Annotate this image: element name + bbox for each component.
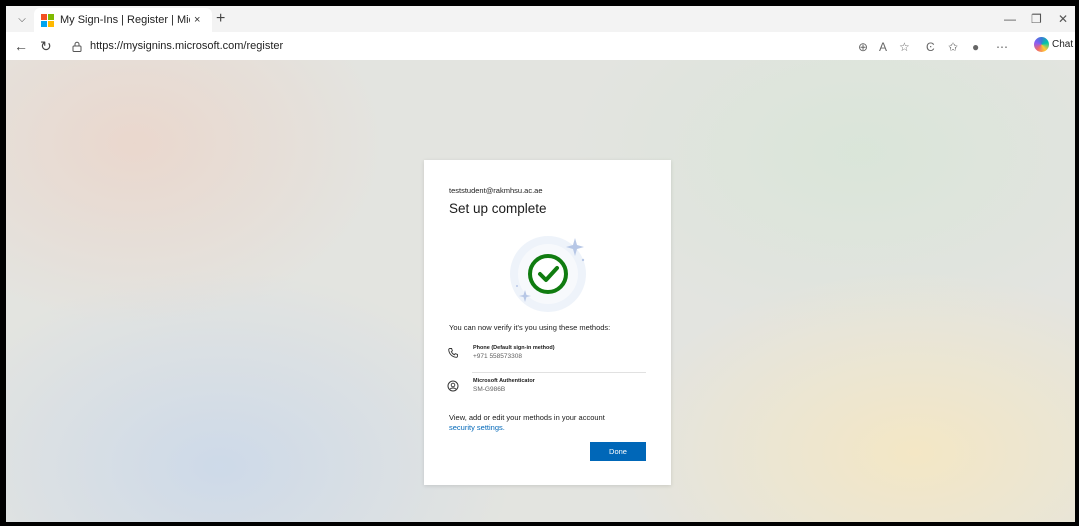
copilot-icon xyxy=(1034,37,1049,52)
minimize-icon[interactable]: — xyxy=(1004,12,1016,26)
divider xyxy=(472,372,646,373)
lock-icon[interactable] xyxy=(70,39,84,53)
methods-intro: You can now verify it's you using these … xyxy=(449,323,611,332)
favorites-icon[interactable]: ✩ xyxy=(948,40,958,54)
footer-message: View, add or edit your methods in your a… xyxy=(449,413,605,422)
phone-icon xyxy=(448,348,458,358)
method-authenticator: Microsoft Authenticator SM-G986B xyxy=(447,376,647,402)
account-email: teststudent@rakmhsu.ac.ae xyxy=(449,186,543,195)
page-background: teststudent@rakmhsu.ac.ae Set up complet… xyxy=(6,60,1075,522)
new-tab-button[interactable]: + xyxy=(216,10,225,28)
tab-active[interactable]: My Sign-Ins | Register | Microsoft × xyxy=(34,8,212,32)
authenticator-icon xyxy=(447,380,459,392)
success-check-icon xyxy=(510,236,586,312)
done-button[interactable]: Done xyxy=(590,442,646,461)
more-icon[interactable]: ⋯ xyxy=(996,40,1008,54)
microsoft-logo-icon xyxy=(41,13,54,27)
method-phone: Phone (Default sign-in method) +971 5585… xyxy=(447,343,647,369)
address-bar: ← ↻ https://mysignins.microsoft.com/regi… xyxy=(6,32,1075,60)
profile-icon[interactable]: ● xyxy=(972,40,979,54)
favorite-icon[interactable]: ☆ xyxy=(899,40,910,54)
zoom-icon[interactable]: ⊕ xyxy=(858,40,868,54)
chat-label: Chat xyxy=(1052,39,1074,50)
method-detail: SM-G986B xyxy=(473,386,506,393)
back-icon[interactable]: ← xyxy=(14,38,28,54)
tab-bar: ⌵ My Sign-Ins | Register | Microsoft × +… xyxy=(6,6,1075,32)
method-name: Microsoft Authenticator xyxy=(473,378,535,384)
tab-close-icon[interactable]: × xyxy=(194,14,200,26)
url-text: https://mysignins.microsoft.com/register xyxy=(90,40,284,52)
tab-title: My Sign-Ins | Register | Microsoft xyxy=(60,14,190,26)
method-detail: +971 558573308 xyxy=(473,353,522,360)
tab-actions-icon[interactable]: ⌵ xyxy=(13,11,31,28)
restore-icon[interactable]: ❐ xyxy=(1031,12,1042,26)
setup-complete-card: teststudent@rakmhsu.ac.ae Set up complet… xyxy=(424,160,671,485)
extensions-icon[interactable]: Ͼ xyxy=(926,40,935,54)
refresh-icon[interactable]: ↻ xyxy=(40,38,52,55)
method-name: Phone (Default sign-in method) xyxy=(473,345,555,351)
page-title: Set up complete xyxy=(449,201,547,216)
browser-window: ⌵ My Sign-Ins | Register | Microsoft × +… xyxy=(6,6,1075,522)
security-settings-link[interactable]: security settings. xyxy=(449,423,505,432)
url-field[interactable]: https://mysignins.microsoft.com/register xyxy=(64,36,854,56)
close-icon[interactable]: ✕ xyxy=(1058,12,1068,26)
chat-button[interactable]: Chat xyxy=(1034,37,1073,52)
read-aloud-icon[interactable]: A xyxy=(879,40,887,54)
footer-text: View, add or edit your methods in your a… xyxy=(449,413,659,433)
